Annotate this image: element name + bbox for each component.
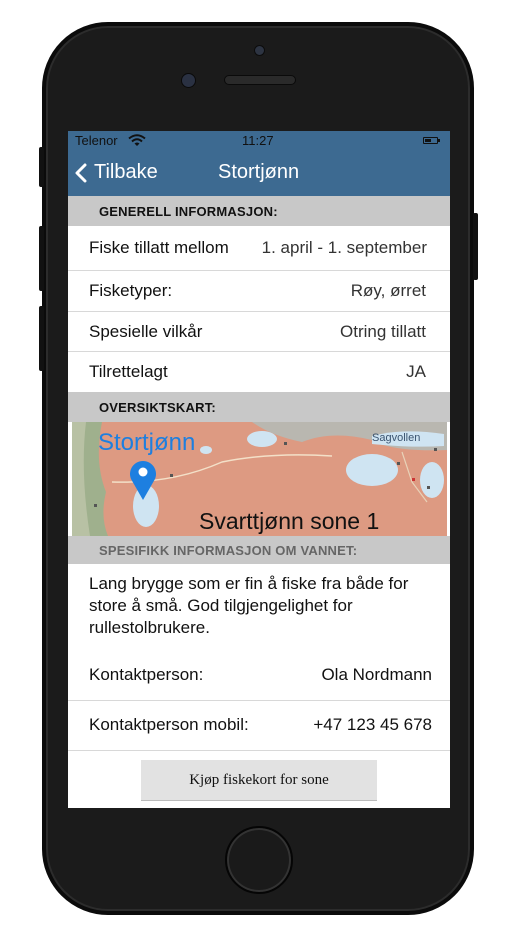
sensor bbox=[181, 73, 196, 88]
row-value: 1. april - 1. september bbox=[261, 238, 427, 257]
volume-up-button bbox=[39, 226, 44, 291]
section-title: OVERSIKTSKART: bbox=[99, 400, 216, 415]
back-button[interactable]: Tilbake bbox=[74, 161, 158, 184]
row-label: Fiske tillatt mellom bbox=[89, 238, 229, 257]
overview-map[interactable]: Sagvollen Stortjønn Svarttjønn sone 1 bbox=[72, 422, 447, 536]
volume-down-button bbox=[39, 306, 44, 371]
map-lake-label: Stortjønn bbox=[98, 429, 196, 456]
info-row-accessible: Tilrettelagt JA bbox=[68, 352, 450, 392]
lake-description: Lang brygge som er fin å fiske fra både … bbox=[89, 574, 409, 637]
status-bar: Telenor 11:27 bbox=[68, 131, 450, 151]
row-value: Otring tillatt bbox=[340, 322, 426, 341]
chevron-left-icon bbox=[75, 163, 87, 182]
section-header-specific: SPESIFIKK INFORMASJON OM VANNET: bbox=[68, 536, 450, 564]
row-value: JA bbox=[406, 362, 426, 381]
info-row-fish-types: Fisketyper: Røy, ørret bbox=[68, 271, 450, 312]
section-header-overview: OVERSIKTSKART: bbox=[68, 392, 450, 422]
section-title: SPESIFIKK INFORMASJON OM VANNET: bbox=[99, 543, 358, 558]
row-label: Spesielle vilkår bbox=[89, 322, 203, 341]
front-camera bbox=[254, 45, 265, 56]
section-header-general: GENERELL INFORMASJON: bbox=[68, 196, 450, 226]
row-value: Røy, ørret bbox=[350, 281, 426, 300]
earpiece-speaker bbox=[224, 75, 296, 85]
map-place-label: Sagvollen bbox=[372, 432, 421, 444]
mute-switch bbox=[39, 147, 44, 187]
row-label: Kontaktperson: bbox=[89, 665, 204, 684]
clock: 11:27 bbox=[242, 133, 274, 148]
home-button[interactable] bbox=[225, 826, 293, 894]
row-label: Kontaktperson mobil: bbox=[89, 715, 249, 734]
row-value: Ola Nordmann bbox=[321, 665, 432, 684]
navigation-bar: Tilbake Stortjønn bbox=[68, 151, 450, 196]
carrier-name: Telenor bbox=[75, 133, 118, 148]
map-pin-icon[interactable] bbox=[128, 457, 158, 501]
battery-icon bbox=[423, 137, 440, 144]
phone-number-link[interactable]: +47 123 45 678 bbox=[313, 715, 432, 735]
contact-person-row: Kontaktperson: Ola Nordmann bbox=[68, 651, 450, 701]
map-zone-label: Svarttjønn sone 1 bbox=[199, 508, 380, 534]
buy-license-button[interactable]: Kjøp fiskekort for sone bbox=[141, 760, 377, 801]
page-title: Stortjønn bbox=[218, 161, 300, 183]
back-label: Tilbake bbox=[94, 161, 158, 183]
info-row-season: Fiske tillatt mellom 1. april - 1. septe… bbox=[68, 226, 450, 271]
wifi-icon bbox=[128, 134, 146, 147]
row-label: Tilrettelagt bbox=[89, 362, 168, 381]
row-label: Fisketyper: bbox=[89, 281, 173, 300]
app-screen: Telenor 11:27 Tilbake Stortjønn GENERELL… bbox=[68, 131, 450, 808]
section-title: GENERELL INFORMASJON: bbox=[99, 204, 278, 219]
contact-mobile-row: Kontaktperson mobil: +47 123 45 678 bbox=[68, 701, 450, 751]
info-row-conditions: Spesielle vilkår Otring tillatt bbox=[68, 312, 450, 352]
power-button bbox=[473, 213, 478, 280]
